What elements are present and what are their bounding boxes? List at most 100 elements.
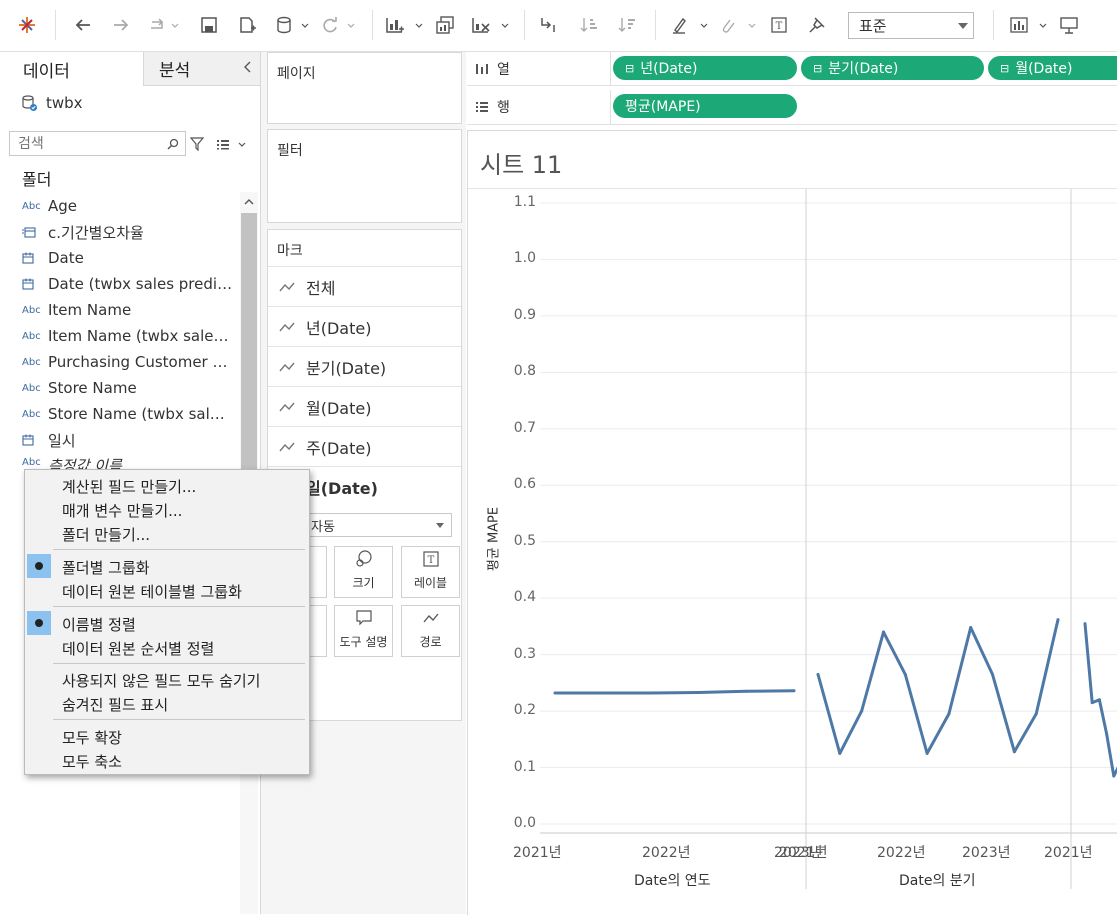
tooltip-button[interactable]: 도구 설명: [334, 605, 393, 657]
columns-shelf[interactable]: 열 ⊟ 년(Date) ⊟ 분기(Date) ⊟ 월(Date): [467, 52, 1117, 86]
data-point[interactable]: [1090, 701, 1094, 705]
column-pill-year[interactable]: ⊟ 년(Date): [613, 56, 797, 80]
data-point[interactable]: [947, 712, 951, 716]
menu-item-create-parameter[interactable]: 매개 변수 만들기...: [62, 500, 182, 521]
fit-select[interactable]: 표준: [848, 12, 974, 39]
data-point[interactable]: [696, 690, 700, 694]
save-icon[interactable]: [196, 12, 222, 38]
pin-icon[interactable]: [804, 12, 830, 38]
scrollbar-thumb[interactable]: [241, 213, 257, 483]
data-point[interactable]: [1083, 622, 1087, 626]
rows-shelf[interactable]: 행 평균(MAPE): [467, 90, 1117, 125]
data-point[interactable]: [838, 751, 842, 755]
menu-item-hide-unused-fields[interactable]: 사용되지 않은 필드 모두 숨기기: [62, 670, 260, 691]
column-pill-quarter[interactable]: ⊟ 분기(Date): [801, 56, 984, 80]
sort-asc-icon[interactable]: [576, 12, 602, 38]
menu-item-create-calculated-field[interactable]: 계산된 필드 만들기...: [62, 476, 196, 497]
tab-analytics[interactable]: 분석: [143, 52, 260, 86]
field-item[interactable]: Date: [0, 245, 240, 271]
clear-icon[interactable]: [468, 12, 512, 38]
menu-item-create-folder[interactable]: 폴더 만들기...: [62, 524, 150, 545]
marks-row-quarter[interactable]: 분기(Date): [268, 346, 461, 386]
marks-row-year[interactable]: 년(Date): [268, 306, 461, 346]
row-pill-mape[interactable]: 평균(MAPE): [613, 94, 797, 118]
menu-item-collapse-all[interactable]: 모두 축소: [62, 751, 122, 772]
filter-icon[interactable]: [188, 135, 206, 153]
field-item[interactable]: c.기간별오차율: [0, 219, 240, 245]
data-point[interactable]: [744, 689, 748, 693]
undo-icon[interactable]: [70, 12, 96, 38]
data-point[interactable]: [1012, 750, 1016, 754]
marks-row-month[interactable]: 월(Date): [268, 386, 461, 426]
show-me-icon[interactable]: [1006, 12, 1050, 38]
field-item[interactable]: Abc Age: [0, 193, 240, 219]
data-point[interactable]: [816, 672, 820, 676]
replay-icon[interactable]: [146, 12, 182, 38]
data-point[interactable]: [1056, 618, 1060, 622]
series-line[interactable]: [816, 619, 1060, 755]
tab-data[interactable]: 데이터: [0, 52, 143, 86]
search-input[interactable]: [16, 134, 167, 153]
field-item[interactable]: Abc Item Name: [0, 297, 240, 323]
menu-item-sort-by-name[interactable]: 이름별 정렬: [62, 614, 136, 635]
field-item[interactable]: Abc Store Name: [0, 375, 240, 401]
data-point[interactable]: [1105, 732, 1109, 736]
mark-row-label: 전체: [306, 278, 336, 298]
data-point[interactable]: [553, 691, 557, 695]
field-item[interactable]: 일시: [0, 427, 240, 453]
new-worksheet-icon[interactable]: [382, 12, 426, 38]
menu-item-sort-by-datasource-order[interactable]: 데이터 원본 순서별 정렬: [62, 638, 214, 659]
line-chart[interactable]: [540, 189, 1117, 889]
new-datasource-icon[interactable]: [234, 12, 260, 38]
data-point[interactable]: [1034, 712, 1038, 716]
tableau-logo-icon[interactable]: [14, 12, 40, 38]
group-icon[interactable]: [716, 12, 758, 38]
data-point[interactable]: [860, 709, 864, 713]
data-point[interactable]: [792, 689, 796, 693]
marks-row-week[interactable]: 주(Date): [268, 426, 461, 466]
field-item[interactable]: Abc 측정값 이름: [0, 453, 240, 469]
field-item[interactable]: Abc Store Name (twbx sales ...: [0, 401, 240, 427]
menu-item-show-hidden-fields[interactable]: 숨겨진 필드 표시: [62, 694, 168, 715]
data-point[interactable]: [881, 630, 885, 634]
data-point[interactable]: [903, 672, 907, 676]
datasource-icon[interactable]: [272, 12, 312, 38]
label-icon[interactable]: T: [766, 12, 792, 38]
view-options-icon[interactable]: [214, 135, 248, 153]
redo-icon[interactable]: [108, 12, 134, 38]
path-button[interactable]: 경로: [401, 605, 460, 657]
scroll-up-icon[interactable]: [244, 198, 254, 205]
data-point[interactable]: [601, 691, 605, 695]
menu-item-group-by-table[interactable]: 데이터 원본 테이블별 그룹화: [62, 581, 242, 602]
search-field[interactable]: [9, 131, 186, 156]
highlight-icon[interactable]: [668, 12, 710, 38]
filters-card[interactable]: 필터: [267, 129, 462, 223]
field-item[interactable]: Date (twbx sales predict ...: [0, 271, 240, 297]
column-pill-month[interactable]: ⊟ 월(Date): [988, 56, 1117, 80]
data-point[interactable]: [969, 626, 973, 630]
menu-item-group-by-folder[interactable]: 폴더별 그룹화: [62, 557, 150, 578]
sort-desc-icon[interactable]: [614, 12, 640, 38]
swap-icon[interactable]: [535, 12, 561, 38]
presentation-icon[interactable]: [1056, 12, 1082, 38]
field-item[interactable]: Abc Item Name (twbx sales p...: [0, 323, 240, 349]
mark-row-label: 주(Date): [306, 438, 372, 458]
data-point[interactable]: [925, 751, 929, 755]
pages-card[interactable]: 페이지: [267, 52, 462, 124]
collapse-pane-icon[interactable]: [243, 60, 253, 74]
duplicate-icon[interactable]: [432, 12, 458, 38]
data-point[interactable]: [1112, 774, 1116, 778]
string-type-icon: Abc: [22, 356, 41, 368]
series-line[interactable]: [1083, 623, 1117, 778]
label-button[interactable]: T 레이블: [401, 546, 460, 598]
series-line[interactable]: [555, 689, 795, 695]
marks-row-all[interactable]: 전체: [268, 266, 461, 306]
data-point[interactable]: [649, 691, 653, 695]
data-point[interactable]: [1097, 698, 1101, 702]
size-button[interactable]: 크기: [334, 546, 393, 598]
datasource-row[interactable]: twbx: [20, 92, 83, 114]
menu-item-expand-all[interactable]: 모두 확장: [62, 727, 122, 748]
data-point[interactable]: [991, 672, 995, 676]
field-item[interactable]: Abc Purchasing Customer Ge...: [0, 349, 240, 375]
refresh-icon[interactable]: [318, 12, 358, 38]
